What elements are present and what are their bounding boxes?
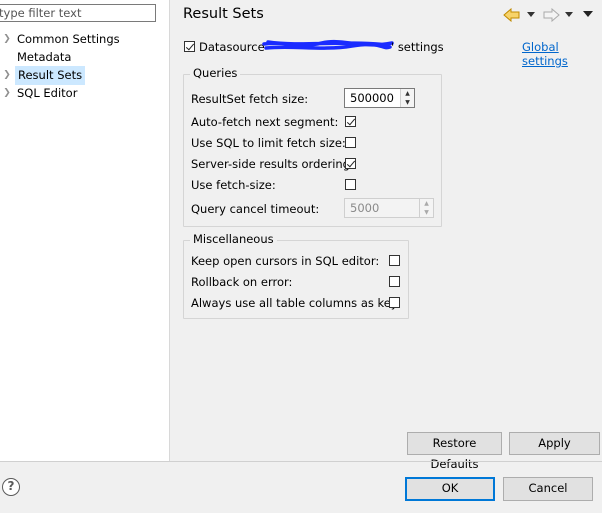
queries-group-title: Queries bbox=[190, 66, 241, 80]
rollback-checkbox[interactable] bbox=[389, 276, 400, 287]
fetch-size-stepper[interactable]: ▲ ▼ bbox=[400, 89, 414, 107]
fetch-size-label: ResultSet fetch size: bbox=[191, 92, 309, 106]
dialog-separator bbox=[0, 461, 602, 462]
cancel-button[interactable]: Cancel bbox=[503, 477, 593, 501]
datasource-label-prefix: Datasource bbox=[199, 40, 265, 54]
server-order-label: Server-side results ordering: bbox=[191, 157, 354, 171]
rollback-label: Rollback on error: bbox=[191, 275, 293, 289]
datasource-settings-checkbox[interactable] bbox=[184, 41, 195, 52]
spinner-down-icon[interactable]: ▼ bbox=[401, 98, 414, 107]
use-fetch-size-label: Use fetch-size: bbox=[191, 178, 276, 192]
help-icon[interactable]: ? bbox=[2, 478, 20, 496]
auto-fetch-label: Auto-fetch next segment: bbox=[191, 115, 339, 129]
global-settings-link[interactable]: Global settings bbox=[522, 40, 602, 68]
tree-item-sql-editor[interactable]: ❯ SQL Editor bbox=[0, 85, 169, 102]
miscellaneous-group-title: Miscellaneous bbox=[190, 232, 277, 246]
cancel-timeout-value: 5000 bbox=[350, 201, 380, 215]
keep-cursors-label: Keep open cursors in SQL editor: bbox=[191, 254, 380, 268]
back-menu-icon[interactable] bbox=[527, 12, 535, 18]
cancel-timeout-label: Query cancel timeout: bbox=[191, 202, 320, 216]
tree-item-result-sets[interactable]: ❯ Result Sets bbox=[0, 66, 169, 85]
tree-item-label: SQL Editor bbox=[17, 86, 78, 100]
tree-item-label: Metadata bbox=[17, 50, 72, 64]
preferences-tree-pane: ❯ Common Settings Metadata ❯ Result Sets… bbox=[0, 0, 170, 461]
ok-button[interactable]: OK bbox=[405, 477, 495, 501]
use-fetch-size-checkbox[interactable] bbox=[345, 179, 356, 190]
back-arrow-icon[interactable] bbox=[503, 8, 521, 22]
forward-menu-icon[interactable] bbox=[565, 12, 573, 18]
spinner-up-icon[interactable]: ▲ bbox=[401, 89, 414, 98]
fetch-size-spinner[interactable]: 500000 ▲ ▼ bbox=[344, 88, 415, 108]
datasource-label-suffix: ' settings bbox=[391, 40, 444, 54]
filter-input[interactable] bbox=[0, 4, 156, 22]
page-title: Result Sets bbox=[183, 6, 264, 22]
server-order-checkbox[interactable] bbox=[345, 158, 356, 169]
tree-item-label: Common Settings bbox=[17, 32, 120, 46]
apply-button[interactable]: Apply bbox=[509, 432, 600, 455]
forward-arrow-icon[interactable] bbox=[542, 8, 560, 22]
tree-item-label: Result Sets bbox=[15, 66, 86, 85]
all-columns-label: Always use all table columns as key: bbox=[191, 296, 401, 310]
cancel-timeout-stepper: ▲ ▼ bbox=[419, 199, 433, 217]
auto-fetch-checkbox[interactable] bbox=[345, 116, 356, 127]
spinner-up-icon: ▲ bbox=[424, 200, 429, 207]
expand-arrow-icon[interactable]: ❯ bbox=[2, 31, 12, 48]
expand-arrow-icon[interactable]: ❯ bbox=[2, 67, 12, 84]
restore-defaults-button[interactable]: Restore Defaults bbox=[407, 432, 502, 471]
cancel-timeout-spinner: 5000 ▲ ▼ bbox=[344, 198, 434, 218]
keep-cursors-checkbox[interactable] bbox=[389, 255, 400, 266]
fetch-size-value: 500000 bbox=[350, 91, 394, 105]
all-columns-checkbox[interactable] bbox=[389, 297, 400, 308]
queries-group: Queries ResultSet fetch size: 500000 ▲ ▼… bbox=[183, 66, 442, 227]
tree-item-common-settings[interactable]: ❯ Common Settings bbox=[0, 31, 169, 48]
tree-item-metadata[interactable]: Metadata bbox=[0, 49, 169, 66]
spinner-down-icon: ▼ bbox=[424, 209, 429, 216]
view-menu-icon[interactable] bbox=[583, 11, 593, 18]
expand-arrow-icon[interactable]: ❯ bbox=[2, 85, 12, 102]
sql-limit-checkbox[interactable] bbox=[345, 137, 356, 148]
sql-limit-label: Use SQL to limit fetch size: bbox=[191, 136, 346, 150]
redaction-scribble bbox=[262, 39, 394, 50]
miscellaneous-group: Miscellaneous Keep open cursors in SQL e… bbox=[183, 232, 409, 319]
